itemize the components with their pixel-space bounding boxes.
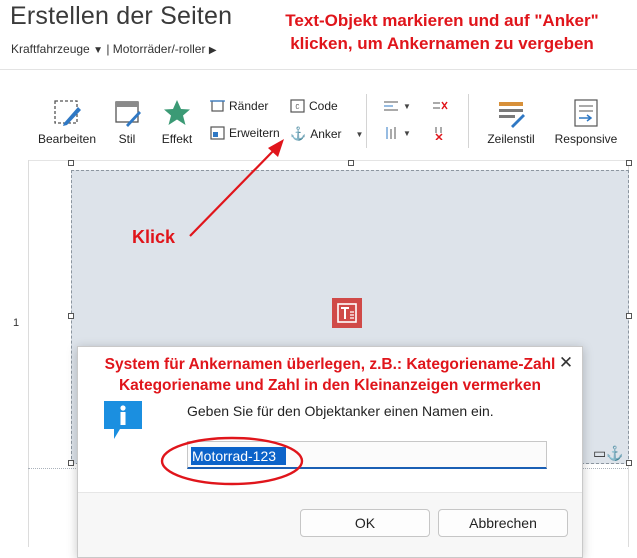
breadcrumb: Kraftfahrzeuge ▼ | Motorräder/-roller ▶ xyxy=(11,42,217,56)
align-left-icon xyxy=(384,101,398,111)
align-left-button[interactable]: ▼ xyxy=(383,99,411,113)
stil-label: Stil xyxy=(118,132,136,146)
edit-icon xyxy=(54,100,81,126)
anchor-icon: ⚓ xyxy=(290,126,307,141)
window-icon[interactable]: ▭ xyxy=(593,445,606,461)
annotation-dialog-line1: System für Ankernamen überlegen, z.B.: K… xyxy=(104,356,556,373)
resize-handle[interactable] xyxy=(348,160,354,166)
zeilenstil-label: Zeilenstil xyxy=(487,132,535,146)
bearbeiten-label: Bearbeiten xyxy=(37,132,97,146)
page-title: Erstellen der Seiten xyxy=(10,2,233,30)
breadcrumb-separator: | xyxy=(106,42,110,56)
annotation-klick: Klick xyxy=(132,227,176,247)
toolbar-separator xyxy=(366,94,367,148)
resize-handle[interactable] xyxy=(626,313,632,319)
resize-handle[interactable] xyxy=(626,160,632,166)
info-icon xyxy=(104,401,142,439)
delete-row-icon xyxy=(433,101,448,110)
delete-row-button[interactable] xyxy=(432,99,448,113)
anker-button[interactable]: ⚓ Anker ▼ xyxy=(290,126,363,142)
raender-button[interactable]: Ränder xyxy=(210,99,268,113)
erweitern-label: Erweitern xyxy=(229,126,280,140)
breadcrumb-item-motorraeder[interactable]: Motorräder/-roller xyxy=(113,42,206,56)
annotation-top: Text-Objekt markieren und auf "Anker" kl… xyxy=(252,9,632,55)
row-number: 1 xyxy=(13,317,20,329)
editor-top-border xyxy=(28,160,628,161)
responsive-label: Responsive xyxy=(554,132,618,146)
zeilenstil-button[interactable]: Zeilenstil xyxy=(484,98,538,146)
border-icon xyxy=(210,100,225,112)
close-icon[interactable]: ✕ xyxy=(558,354,574,371)
input-selected-text: Motorrad-123 xyxy=(192,448,277,464)
text-icon xyxy=(337,303,357,323)
align-up-icon xyxy=(386,127,396,139)
expand-icon xyxy=(210,126,225,140)
resize-handle[interactable] xyxy=(626,460,632,466)
resize-handle[interactable] xyxy=(68,160,74,166)
breadcrumb-item-kraftfahrzeuge[interactable]: Kraftfahrzeuge xyxy=(11,42,90,56)
resize-handle[interactable] xyxy=(68,313,74,319)
annotation-top-line2: klicken, um Ankernamen zu vergeben xyxy=(290,34,594,53)
effekt-button[interactable]: Effekt xyxy=(157,98,197,146)
delete-column-button[interactable] xyxy=(432,126,448,140)
annotation-dialog-line2: Kategoriename und Zahl in den Kleinanzei… xyxy=(118,377,542,394)
caret-right-icon[interactable]: ▶ xyxy=(209,45,217,56)
header-divider xyxy=(0,69,637,70)
raender-label: Ränder xyxy=(229,99,269,113)
responsive-icon xyxy=(574,99,598,127)
stil-button[interactable]: Stil xyxy=(108,98,146,146)
code-icon: C xyxy=(290,99,305,113)
star-icon xyxy=(164,100,190,125)
toolbar-separator xyxy=(468,94,469,148)
dialog-prompt: Geben Sie für den Objektanker einen Name… xyxy=(187,403,494,419)
anchor-icon[interactable]: ⚓ xyxy=(606,445,623,461)
effekt-label: Effekt xyxy=(161,132,193,146)
annotation-top-line1: Text-Objekt markieren und auf "Anker" xyxy=(285,11,599,30)
style-icon xyxy=(115,101,141,127)
erweitern-button[interactable]: Erweitern xyxy=(210,126,280,140)
chevron-down-icon[interactable]: ▼ xyxy=(403,129,411,138)
align-up-button[interactable]: ▼ xyxy=(383,126,411,140)
annotation-dialog: System für Ankernamen überlegen, z.B.: K… xyxy=(78,354,582,396)
anker-label: Anker xyxy=(310,127,342,141)
ok-button[interactable]: OK xyxy=(300,509,430,537)
chevron-down-icon[interactable]: ▼ xyxy=(403,102,411,111)
editor-left-border xyxy=(28,160,29,547)
cancel-button[interactable]: Abbrechen xyxy=(438,509,568,537)
caret-down-icon[interactable]: ▼ xyxy=(93,45,103,56)
block-corner-icons: ▭⚓ xyxy=(593,445,624,462)
anchor-name-dialog: System für Ankernamen überlegen, z.B.: K… xyxy=(77,346,583,558)
code-label: Code xyxy=(309,99,338,113)
chevron-down-icon[interactable]: ▼ xyxy=(356,130,364,139)
dialog-footer-divider xyxy=(78,492,582,493)
row-style-icon xyxy=(499,102,525,128)
bearbeiten-button[interactable]: Bearbeiten xyxy=(36,98,98,146)
code-button[interactable]: C Code xyxy=(290,99,338,113)
text-object-icon[interactable] xyxy=(332,298,362,328)
resize-handle[interactable] xyxy=(68,460,74,466)
svg-text:C: C xyxy=(295,104,299,112)
responsive-button[interactable]: Responsive xyxy=(553,98,619,146)
delete-column-icon xyxy=(435,127,443,140)
